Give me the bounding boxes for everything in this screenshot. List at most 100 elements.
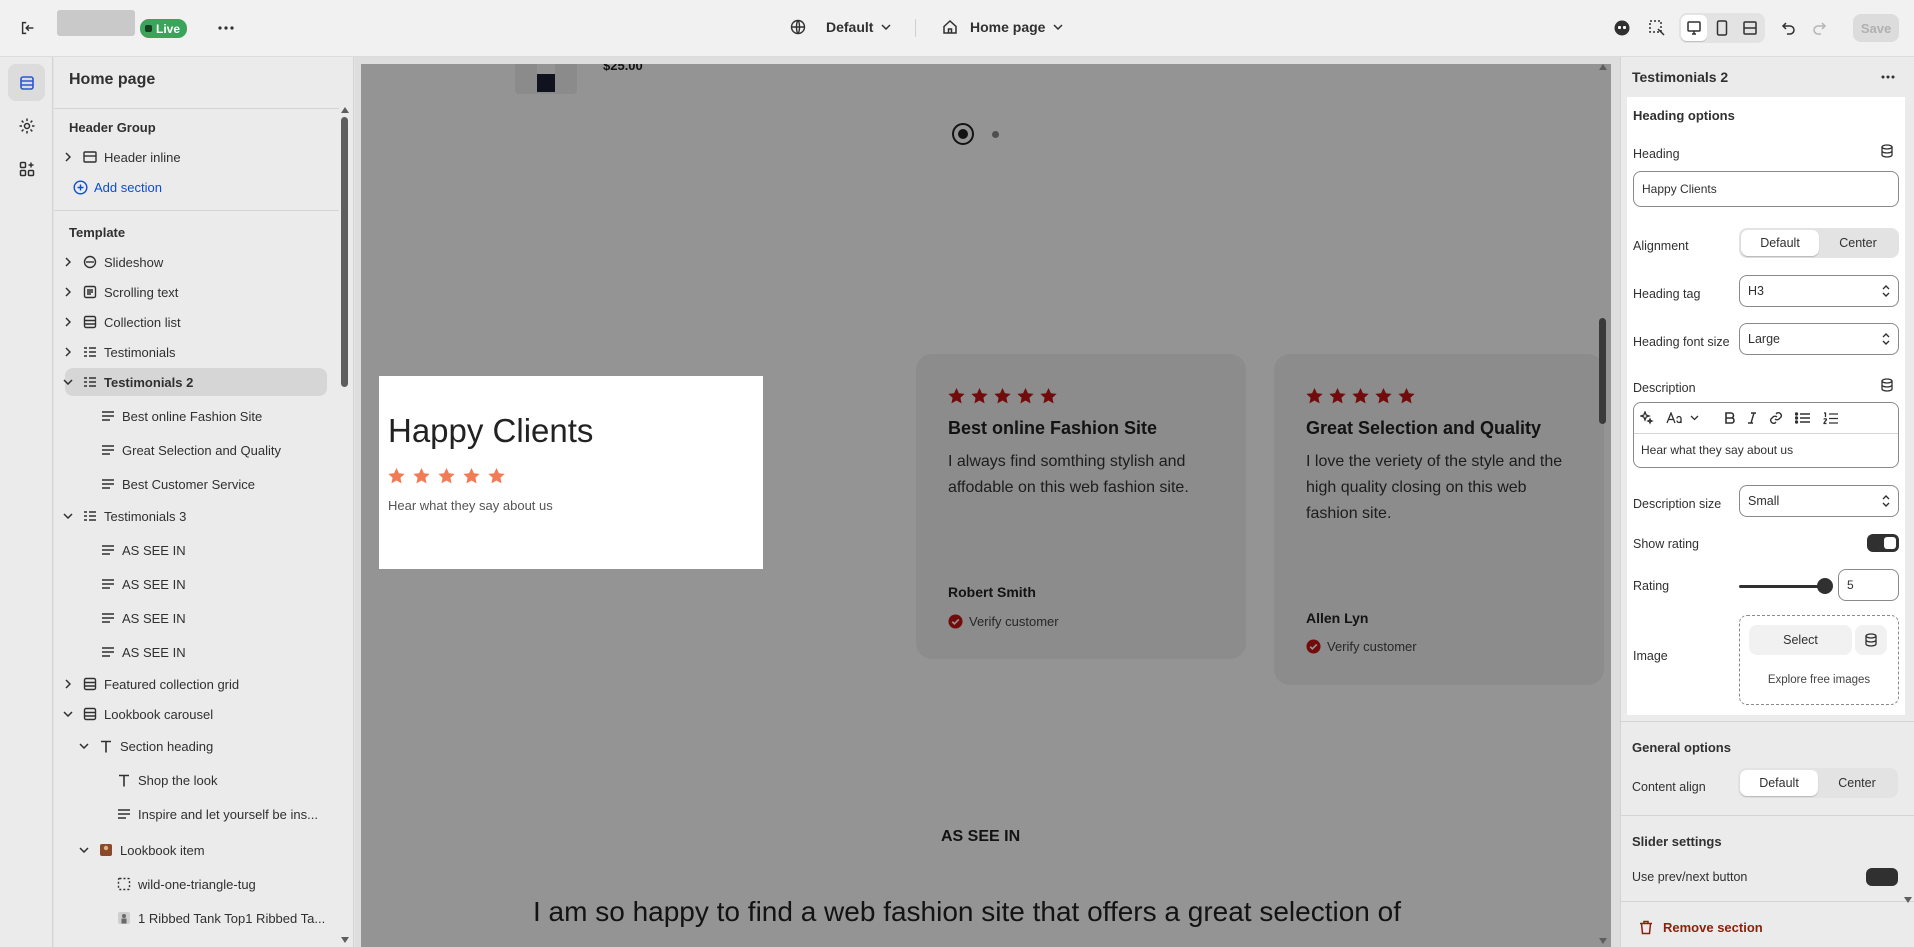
carousel-dot-active[interactable]: [952, 123, 974, 145]
sidebar-item-testimonials-3[interactable]: Testimonials 3: [60, 502, 332, 530]
sidebar-block-best-customer[interactable]: Best Customer Service: [100, 470, 326, 498]
content-align-default-button[interactable]: Default: [1740, 770, 1818, 796]
sidebar-item-scrolling-text[interactable]: Scrolling text: [60, 278, 332, 306]
chevron-down-icon[interactable]: [76, 738, 92, 754]
sidebar-block-lookbook-item[interactable]: Lookbook item: [76, 836, 326, 864]
chevron-down-icon[interactable]: [60, 508, 76, 524]
select-image-button[interactable]: Select: [1749, 625, 1852, 655]
sidebar-block-wild-one[interactable]: wild-one-triangle-tug: [116, 870, 326, 898]
sidebar-item-testimonials[interactable]: Testimonials: [60, 338, 332, 366]
sidebar-item-featured-collection-grid[interactable]: Featured collection grid: [60, 670, 332, 698]
chevron-right-icon[interactable]: [60, 254, 76, 270]
save-button[interactable]: Save: [1853, 14, 1899, 42]
link-icon[interactable]: [1769, 411, 1783, 425]
ai-sparkle-icon[interactable]: [1640, 411, 1654, 425]
rating-slider-handle[interactable]: [1817, 578, 1833, 594]
chevron-down-icon[interactable]: [60, 706, 76, 722]
undo-icon[interactable]: [1774, 14, 1802, 42]
redo-icon[interactable]: [1806, 14, 1834, 42]
chevron-down-icon[interactable]: [60, 374, 76, 390]
sidebar-block-as-see-in[interactable]: AS SEE IN: [100, 536, 326, 564]
storefront-preview[interactable]: $25.00 Best online Fashion Site I always…: [361, 64, 1611, 947]
exit-icon[interactable]: [14, 14, 42, 42]
apps-icon[interactable]: [8, 150, 45, 187]
chevron-right-icon[interactable]: [60, 284, 76, 300]
alignment-segmented: Default Center: [1739, 228, 1899, 258]
settings-icon[interactable]: [8, 107, 45, 144]
sidebar-item-slideshow[interactable]: Slideshow: [60, 248, 332, 276]
description-text[interactable]: Hear what they say about us: [1634, 434, 1898, 466]
sidebar-block-as-see-in[interactable]: AS SEE IN: [100, 570, 326, 598]
sidebar-block-section-heading[interactable]: Section heading: [76, 732, 326, 760]
template-group-title: Template: [69, 225, 126, 240]
inspector-icon[interactable]: [1643, 14, 1671, 42]
product-thumbnail[interactable]: [515, 64, 577, 94]
dynamic-source-icon[interactable]: [1880, 144, 1894, 158]
prev-next-toggle[interactable]: [1866, 868, 1898, 886]
mobile-view-icon[interactable]: [1709, 15, 1735, 41]
description-editor[interactable]: Hear what they say about us: [1633, 402, 1899, 468]
sidebar-item-label: Testimonials: [104, 344, 176, 360]
sidebar-block-shop-the-look[interactable]: Shop the look: [116, 766, 326, 794]
numbered-list-icon[interactable]: [1823, 411, 1839, 425]
header-group-title: Header Group: [69, 120, 156, 135]
dynamic-source-icon[interactable]: [1880, 378, 1894, 392]
bullet-list-icon[interactable]: [1795, 412, 1811, 424]
sidebar-item-lookbook-carousel[interactable]: Lookbook carousel: [60, 700, 332, 728]
sidebar-item-label: Lookbook carousel: [104, 706, 214, 722]
star-rating: [948, 388, 1214, 404]
sensei-icon[interactable]: [1608, 14, 1636, 42]
chevron-right-icon[interactable]: [60, 676, 76, 692]
carousel-dot[interactable]: [992, 131, 999, 138]
show-rating-label: Show rating: [1633, 537, 1700, 551]
sidebar-block-best-online[interactable]: Best online Fashion Site: [100, 402, 326, 430]
sidebar-block-as-see-in[interactable]: AS SEE IN: [100, 604, 326, 632]
canvas-scrollbar[interactable]: [1599, 64, 1607, 944]
sidebar-item-label: Scrolling text: [104, 284, 179, 300]
explore-free-images-link[interactable]: Explore free images: [1740, 674, 1898, 686]
more-options-icon[interactable]: [212, 14, 240, 42]
testimonial-card[interactable]: Great Selection and Quality I love the v…: [1274, 354, 1604, 685]
scrollbar-thumb[interactable]: [1599, 318, 1606, 424]
align-center-button[interactable]: Center: [1819, 230, 1897, 256]
rating-input[interactable]: 5: [1838, 569, 1899, 601]
content-align-center-button[interactable]: Center: [1818, 770, 1896, 796]
sidebar-block-inspire[interactable]: Inspire and let yourself be ins...: [116, 800, 326, 828]
scrollbar-thumb[interactable]: [341, 117, 348, 387]
chevron-right-icon[interactable]: [60, 149, 76, 165]
sidebar-block-as-see-in[interactable]: AS SEE IN: [100, 638, 326, 666]
panel-scroll-arrow-icon[interactable]: [1904, 897, 1912, 905]
theme-dropdown[interactable]: Default: [790, 19, 891, 35]
sidebar-item-collection-list[interactable]: Collection list: [60, 308, 332, 336]
chevron-right-icon[interactable]: [60, 344, 76, 360]
remove-section-button[interactable]: Remove section: [1639, 920, 1763, 935]
dynamic-source-icon[interactable]: [1855, 625, 1887, 655]
desktop-view-icon[interactable]: [1681, 15, 1707, 41]
add-section-button[interactable]: Add section: [72, 173, 344, 201]
chevron-right-icon[interactable]: [60, 314, 76, 330]
show-rating-toggle[interactable]: [1867, 534, 1899, 552]
heading-font-size-select[interactable]: Large: [1739, 323, 1899, 355]
bold-icon[interactable]: [1725, 412, 1735, 424]
rating-slider-track[interactable]: [1739, 585, 1827, 588]
testimonial-card[interactable]: Best online Fashion Site I always find s…: [916, 354, 1246, 659]
testimonial-icon: [82, 508, 98, 524]
sections-icon[interactable]: [8, 64, 45, 101]
sidebar-block-ribbed-tank[interactable]: 1 Ribbed Tank Top1 Ribbed Ta...: [116, 904, 326, 932]
heading-tag-select[interactable]: H3: [1739, 275, 1899, 307]
fullscreen-view-icon[interactable]: [1737, 15, 1763, 41]
align-default-button[interactable]: Default: [1741, 230, 1819, 256]
description-size-select[interactable]: Small: [1739, 485, 1899, 517]
live-label: Live: [156, 21, 181, 36]
chevron-down-icon[interactable]: [76, 842, 92, 858]
more-options-icon[interactable]: [1874, 63, 1902, 91]
selected-heading-block[interactable]: Happy Clients Hear what they say about u…: [379, 376, 763, 569]
heading-input[interactable]: Happy Clients: [1633, 171, 1899, 207]
sidebar-item-header-inline[interactable]: Header inline: [60, 143, 332, 171]
sidebar-scrollbar[interactable]: [341, 107, 349, 943]
sidebar-block-great-selection[interactable]: Great Selection and Quality: [100, 436, 326, 464]
page-dropdown[interactable]: Home page: [942, 19, 1063, 35]
font-format-icon[interactable]: [1666, 412, 1699, 424]
sidebar-item-testimonials-2[interactable]: Testimonials 2: [63, 368, 327, 396]
italic-icon[interactable]: [1747, 412, 1757, 424]
